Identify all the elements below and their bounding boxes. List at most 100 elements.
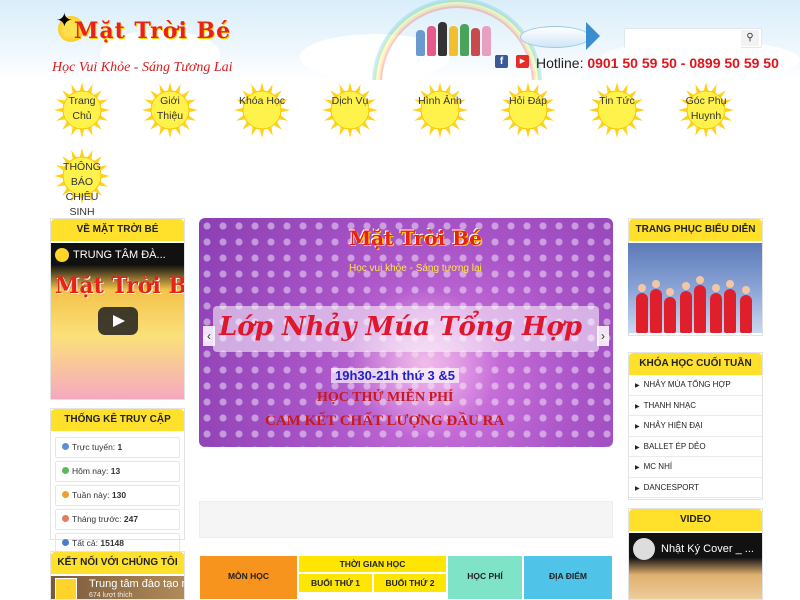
about-title: VỀ MẶT TRỜI BÉ (51, 219, 184, 241)
channel-avatar (55, 248, 69, 262)
site-slogan: Học Vui Khỏe - Sáng Tương Lai (52, 60, 233, 75)
arrow-right-icon: ▶ (635, 403, 640, 410)
logo-text: Mặt Trời Bé (74, 18, 232, 44)
nav-item-label: Dịch Vụ (331, 95, 369, 107)
sun-icon (500, 82, 556, 138)
stat-row: Tuần này: 130 (55, 485, 180, 506)
channel-avatar (633, 538, 655, 560)
slide-slogan: Học vui khỏe - Sáng tương lai (349, 263, 482, 274)
stat-row: Tháng trước: 247 (55, 509, 180, 530)
video-banner: Mặt Trời Bé (55, 273, 184, 299)
search-input[interactable] (625, 30, 741, 48)
video-title: VIDEO (629, 509, 762, 531)
search-icon[interactable]: ⚲ (741, 30, 759, 46)
connect-title: KẾT NỐI VỚI CHÚNG TÔI (51, 552, 184, 574)
costume-photo[interactable] (628, 243, 762, 333)
weekend-title: KHÓA HỌC CUỐI TUẦN (629, 353, 762, 375)
arrow-right-icon: ▶ (635, 383, 640, 389)
course-label: DANCESPORT (643, 482, 700, 492)
stat-value: 1 (117, 442, 123, 452)
nav-item-enrollment[interactable]: THÔNG BÁO CHIÊU SINH KHÓA HỌC (52, 146, 112, 248)
course-link[interactable]: ▶ NHẢY HIỆN ĐẠI (629, 416, 762, 437)
hotline-numbers[interactable]: 0901 50 59 50 - 0899 50 59 50 (587, 55, 779, 71)
right-video[interactable]: Nhật Ký Cover _ ... (629, 533, 762, 599)
arrow-right-icon: ▶ (635, 485, 640, 492)
nav-item-faq[interactable]: Hỏi Đáp (498, 80, 558, 140)
course-link[interactable]: ▶ NHẢY MÚA TỔNG HỢP (629, 375, 762, 396)
slide-logo: Mặt Trời Bé (349, 226, 482, 250)
stat-row: Trực tuyến: 1 (55, 437, 180, 458)
stat-row: Hôm nay: 13 (55, 461, 180, 482)
nav-item-label: Giới Thiệu (156, 95, 184, 122)
stat-icon (62, 515, 69, 522)
course-link[interactable]: ▶ BALLET ÉP DẺO (629, 437, 762, 457)
stat-icon (62, 443, 69, 450)
stat-value: 130 (111, 490, 127, 500)
video-box: VIDEO Nhật Ký Cover _ ... (628, 508, 763, 600)
site-logo[interactable]: ✦ Mặt Trời Bé (52, 6, 230, 50)
course-label: THANH NHẠC (643, 400, 697, 410)
nav-item-label: Góc Phụ Huynh (685, 95, 727, 122)
dancer-icon: ✦ (56, 10, 73, 32)
nav-item-label: Hình Ảnh (418, 95, 462, 107)
stat-icon (62, 539, 69, 546)
nav-item-about[interactable]: Giới Thiệu (140, 80, 200, 140)
nav-item-label: Hỏi Đáp (509, 95, 547, 107)
fanpage-cover[interactable]: Trung tâm đào tạo n... 674 lượt thích (51, 576, 184, 599)
stat-label: Tất cả: (72, 538, 98, 548)
arrow-right-icon: ▶ (635, 424, 640, 430)
right-video-caption: Nhật Ký Cover _ ... (661, 543, 754, 555)
course-label: NHẢY HIỆN ĐẠI (643, 421, 703, 430)
connect-box: KẾT NỐI VỚI CHÚNG TÔI Trung tâm đào tạo … (50, 551, 185, 600)
fanpage-name: Trung tâm đào tạo n... (89, 578, 184, 590)
header-fee: HỌC PHÍ (447, 555, 523, 600)
play-button[interactable] (98, 307, 138, 335)
fanpage-likes: 674 lượt thích (89, 592, 133, 599)
kids-illustration (414, 18, 494, 56)
slide-commitment: CAM KẾT CHẤT LƯỢNG ĐẦU RA (265, 413, 505, 429)
hotline-label: Hotline: (536, 55, 584, 71)
stat-value: 15148 (100, 538, 124, 548)
facebook-icon[interactable]: f (495, 55, 508, 68)
fanpage-avatar (55, 578, 77, 599)
stat-label: Hôm nay: (72, 466, 109, 476)
nav-item-home[interactable]: Trang Chủ (52, 80, 112, 140)
header-session-1: BUỔI THỨ 1 (298, 573, 373, 593)
header-location: ĐỊA ĐIỂM (523, 555, 613, 600)
sun-icon (322, 82, 378, 138)
content-strip (199, 501, 613, 538)
slide-time: 19h30-21h thứ 3 &5 (331, 368, 459, 383)
arrow-right-icon: ▶ (635, 465, 640, 471)
course-link[interactable]: ▶ DANCESPORT (629, 478, 762, 498)
stat-icon (62, 467, 69, 474)
hero-slider: Mặt Trời Bé Học vui khỏe - Sáng tương la… (199, 218, 613, 447)
youtube-icon[interactable]: ▶ (516, 55, 529, 68)
about-video[interactable]: TRUNG TÂM ĐÀ... Mặt Trời Bé (51, 243, 184, 399)
header-session-2: BUỔI THỨ 2 (373, 573, 447, 593)
slide-free-trial: HỌC THỬ MIỄN PHÍ (317, 390, 454, 405)
nav-item-gallery[interactable]: Hình Ảnh (410, 80, 470, 140)
costume-title: TRANG PHỤC BIỂU DIỄN (629, 219, 762, 241)
stat-label: Tuần này: (72, 490, 110, 500)
nav-item-news[interactable]: Tin Tức (587, 80, 647, 140)
nav-item-services[interactable]: Dịch Vụ (320, 80, 380, 140)
slide-title: Lớp Nhảy Múa Tổng Hợp (219, 312, 583, 342)
stats-box: THỐNG KÊ TRUY CẬP Trực tuyến: 1 Hôm nay: … (50, 408, 185, 554)
header-time: THỜI GIAN HỌC (298, 555, 447, 573)
stat-value: 13 (110, 466, 121, 476)
nav-item-parents[interactable]: Góc Phụ Huynh (676, 80, 736, 140)
about-box: VỀ MẶT TRỜI BÉ TRUNG TÂM ĐÀ... Mặt Trời … (50, 218, 185, 400)
slider-next-button[interactable]: › (597, 326, 609, 346)
sun-icon (234, 82, 290, 138)
stat-icon (62, 491, 69, 498)
course-label: BALLET ÉP DẺO (643, 441, 706, 451)
course-link[interactable]: ▶ MC NHÍ (629, 457, 762, 478)
stat-label: Trực tuyến: (72, 442, 116, 452)
course-label: NHẢY MÚA TỔNG HỢP (643, 380, 731, 389)
hotline: Hotline: 0901 50 59 50 - 0899 50 59 50 (536, 55, 779, 71)
nav-item-courses[interactable]: Khóa Học (232, 80, 292, 140)
stat-value: 247 (123, 514, 139, 524)
slider-prev-button[interactable]: ‹ (203, 326, 215, 346)
header-subject: MÔN HỌC (199, 555, 298, 600)
course-link[interactable]: ▶ THANH NHẠC (629, 396, 762, 416)
